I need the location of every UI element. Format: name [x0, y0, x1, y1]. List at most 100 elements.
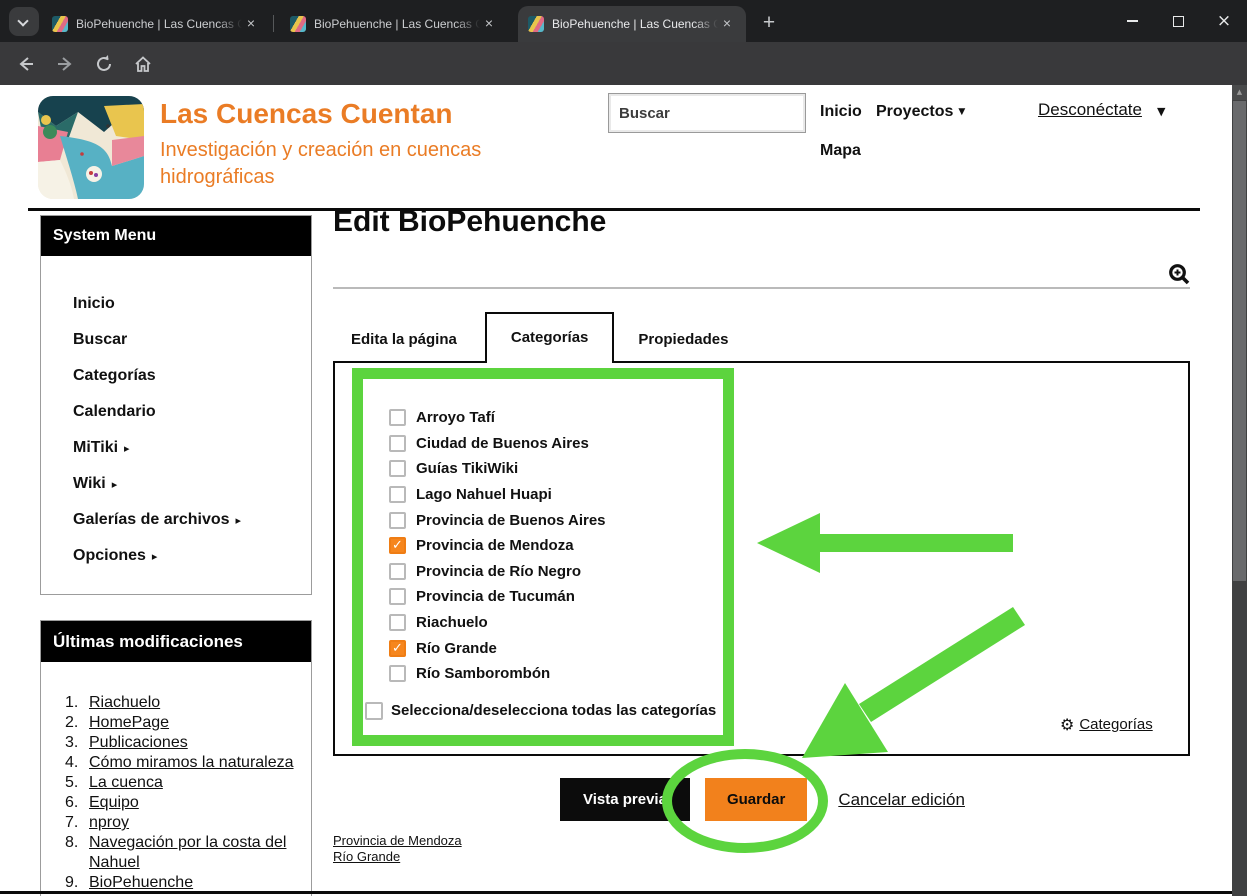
recent-change-item: 8. Navegación por la costa del Nahuel — [65, 833, 301, 873]
system-menu-item[interactable]: Buscar — [73, 322, 311, 358]
back-button[interactable] — [13, 51, 39, 77]
logout-caret-icon[interactable]: ▼ — [1157, 105, 1165, 118]
browser-tab[interactable]: BioPehuenche | Las Cuencas Cu × — [518, 6, 746, 42]
maximize-button[interactable] — [1155, 0, 1201, 42]
site-logo[interactable] — [38, 96, 144, 199]
category-row[interactable]: ✓ Guías TikiWiki — [389, 456, 723, 482]
category-checkbox[interactable]: ✓ — [389, 460, 406, 477]
new-tab-button[interactable]: + — [754, 9, 784, 39]
web-page: Las Cuencas Cuentan Investigación y crea… — [0, 85, 1232, 896]
menu-item-label: MiTiki — [73, 439, 118, 457]
recent-changes-title: Últimas modificaciones — [41, 621, 311, 662]
page-scrollbar[interactable]: ▲ — [1232, 85, 1247, 896]
scrollbar-up-icon[interactable]: ▲ — [1232, 85, 1247, 100]
menu-item-label: Buscar — [73, 331, 127, 349]
site-title[interactable]: Las Cuencas Cuentan — [160, 98, 453, 130]
search-input[interactable] — [608, 93, 806, 133]
category-checkbox[interactable]: ✓ — [389, 588, 406, 605]
cancel-edit-link[interactable]: Cancelar edición — [838, 790, 965, 810]
browser-tab[interactable]: BioPehuenche | Las Cuencas Cu × — [42, 6, 270, 42]
recent-page-link[interactable]: Publicaciones — [89, 733, 188, 753]
system-menu-item[interactable]: MiTiki ▸ — [73, 430, 311, 466]
recent-change-item: 9. BioPehuenche — [65, 873, 301, 893]
save-button[interactable]: Guardar — [705, 778, 807, 821]
scrollbar-thumb[interactable] — [1233, 101, 1246, 581]
edit-tabs: Edita la página Categorías Propiedades — [333, 311, 746, 363]
category-checkbox[interactable]: ✓ — [389, 614, 406, 631]
zoom-in-icon[interactable] — [1168, 263, 1192, 287]
edit-tab[interactable]: Propiedades — [620, 331, 746, 363]
category-label: Río Samborombón — [416, 665, 550, 682]
category-checkbox[interactable]: ✓ — [389, 640, 406, 657]
forward-button[interactable] — [52, 51, 78, 77]
system-menu-item[interactable]: Categorías — [73, 358, 311, 394]
home-button[interactable] — [130, 51, 156, 77]
category-footer-link[interactable]: Río Grande — [333, 849, 462, 865]
tab-search-button[interactable] — [9, 7, 39, 36]
recent-page-link[interactable]: HomePage — [89, 713, 169, 733]
category-row[interactable]: ✓ Provincia de Mendoza — [389, 533, 723, 559]
recent-change-item: 1. Riachuelo — [65, 693, 301, 713]
category-row[interactable]: ✓ Ciudad de Buenos Aires — [389, 431, 723, 457]
menu-item-label: Inicio — [73, 295, 115, 313]
system-menu-item[interactable]: Wiki ▸ — [73, 466, 311, 502]
recent-changes-list: 1. Riachuelo 2. HomePage 3. Publicacione… — [41, 662, 311, 893]
category-row[interactable]: ✓ Provincia de Tucumán — [389, 584, 723, 610]
submenu-arrow-icon: ▸ — [236, 514, 242, 527]
category-checkbox[interactable]: ✓ — [389, 563, 406, 580]
minimize-icon — [1127, 20, 1138, 22]
tab-close-icon[interactable]: × — [480, 15, 498, 33]
select-all-checkbox[interactable]: ✓ — [365, 702, 383, 720]
menu-item-label: Galerías de archivos — [73, 511, 230, 529]
nav-inicio[interactable]: Inicio — [820, 103, 862, 121]
category-checkbox[interactable]: ✓ — [389, 665, 406, 682]
category-label: Provincia de Río Negro — [416, 563, 581, 580]
category-row[interactable]: ✓ Provincia de Buenos Aires — [389, 507, 723, 533]
nav-proyectos[interactable]: Proyectos▼ — [876, 103, 965, 121]
tab-close-icon[interactable]: × — [718, 15, 736, 33]
browser-tab[interactable]: BioPehuenche | Las Cuencas Cu × — [280, 6, 508, 42]
recent-page-link[interactable]: Cómo miramos la naturaleza — [89, 753, 294, 773]
recent-page-link[interactable]: Equipo — [89, 793, 139, 813]
category-row[interactable]: ✓ Arroyo Tafí — [389, 405, 723, 431]
gear-icon: ⚙ — [1060, 715, 1074, 734]
category-row[interactable]: ✓ Río Grande — [389, 635, 723, 661]
select-all-row[interactable]: ✓ Selecciona/deselecciona todas las cate… — [365, 702, 723, 720]
categories-admin-link[interactable]: Categorías — [1079, 716, 1152, 733]
recent-page-link[interactable]: Riachuelo — [89, 693, 160, 713]
category-checkbox[interactable]: ✓ — [389, 486, 406, 503]
preview-button[interactable]: Vista previa — [560, 778, 690, 821]
category-label: Riachuelo — [416, 614, 488, 631]
recent-page-link[interactable]: La cuenca — [89, 773, 163, 793]
system-menu-item[interactable]: Calendario — [73, 394, 311, 430]
logout-link[interactable]: Desconéctate — [1038, 100, 1142, 120]
category-row[interactable]: ✓ Provincia de Río Negro — [389, 559, 723, 585]
system-menu-item[interactable]: Inicio — [73, 286, 311, 322]
category-footer-link[interactable]: Provincia de Mendoza — [333, 833, 462, 849]
category-row[interactable]: ✓ Riachuelo — [389, 610, 723, 636]
recent-page-link[interactable]: nproy — [89, 813, 129, 833]
minimize-button[interactable] — [1109, 0, 1155, 42]
category-checkbox[interactable]: ✓ — [389, 409, 406, 426]
category-checkbox[interactable]: ✓ — [389, 537, 406, 554]
recent-page-link[interactable]: Navegación por la costa del Nahuel — [89, 833, 301, 873]
edit-tab[interactable]: Edita la página — [333, 331, 475, 363]
recent-page-link[interactable]: BioPehuenche — [89, 873, 193, 893]
site-favicon-icon — [528, 16, 544, 32]
category-row[interactable]: ✓ Río Samborombón — [389, 661, 723, 687]
tab-close-icon[interactable]: × — [242, 15, 260, 33]
edit-tab[interactable]: Categorías — [485, 312, 615, 363]
reload-button[interactable] — [91, 51, 117, 77]
system-menu-item[interactable]: Opciones ▸ — [73, 538, 311, 574]
page-title: Edit BioPehuenche — [333, 205, 606, 239]
item-number: 1. — [65, 693, 89, 713]
close-button[interactable]: × — [1201, 0, 1247, 42]
system-menu-item[interactable]: Galerías de archivos ▸ — [73, 502, 311, 538]
nav-mapa[interactable]: Mapa — [820, 142, 861, 160]
header-divider — [28, 208, 1200, 211]
category-checkbox[interactable]: ✓ — [389, 512, 406, 529]
item-number: 8. — [65, 833, 89, 873]
category-row[interactable]: ✓ Lago Nahuel Huapi — [389, 482, 723, 508]
category-checkbox[interactable]: ✓ — [389, 435, 406, 452]
maximize-icon — [1173, 16, 1184, 27]
